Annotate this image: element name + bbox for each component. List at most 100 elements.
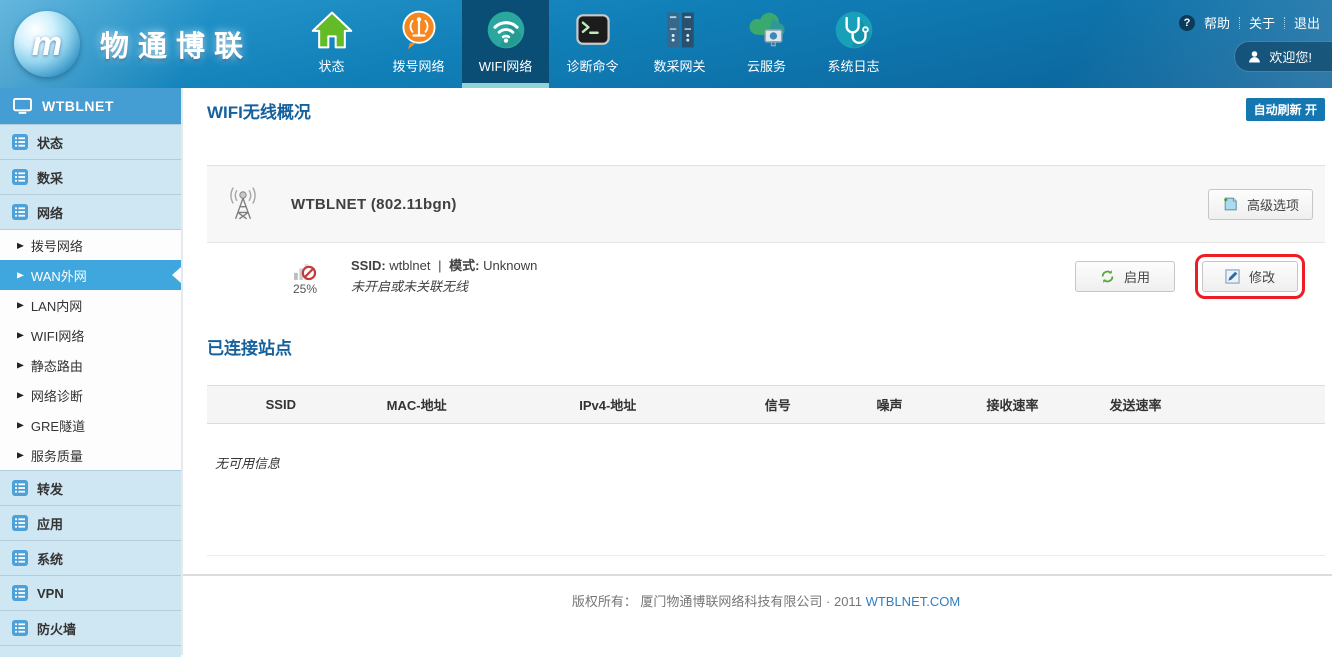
radio-buttons: 启用 修改 (1075, 261, 1325, 292)
note-plus-icon (1222, 196, 1238, 212)
sidebar-item-applications[interactable]: 应用 (0, 505, 181, 540)
mode-label: 模式: (449, 258, 479, 273)
radio-status-row: 25% SSID: wtblnet | 模式: Unknown 未开启或未关联无… (207, 242, 1325, 309)
nav-item-gateway[interactable]: 数采网关 (636, 0, 723, 88)
logout-link[interactable]: 退出 (1294, 13, 1320, 32)
nav-item-dialup[interactable]: 拨号网络 (375, 0, 462, 88)
top-header: m 物通博联 状态 拨号网络 WIFI网络 诊断命令 (0, 0, 1332, 88)
radio-status-text: 未开启或未关联无线 (351, 280, 537, 293)
sidebar-item-status[interactable]: 状态 (0, 124, 181, 159)
triangle-icon: ▶ (17, 300, 24, 310)
sidebar-item-gre-tunnel[interactable]: ▶ GRE隧道 (0, 410, 181, 440)
radio-header-row: WTBLNET (802.11bgn) 高级选项 (207, 165, 1325, 242)
wifi-radio-panel: WTBLNET (802.11bgn) 高级选项 25% (207, 165, 1325, 309)
cloud-service-icon (744, 7, 790, 53)
column-header-filler (1206, 386, 1325, 424)
triangle-icon: ▶ (17, 420, 24, 430)
sidebar-item-lan[interactable]: ▶ LAN内网 (0, 290, 181, 320)
triangle-icon: ▶ (17, 330, 24, 340)
signal-block: 25% (283, 257, 327, 296)
list-icon (12, 480, 28, 496)
triangle-icon: ▶ (17, 360, 24, 370)
sidebar-next-item-partial (0, 645, 181, 657)
column-header-ssid: SSID (207, 386, 355, 424)
welcome-button[interactable]: 欢迎您! (1234, 41, 1332, 72)
nav-item-status[interactable]: 状态 (288, 0, 375, 88)
signal-disabled-icon (293, 257, 317, 281)
list-icon (12, 204, 28, 220)
header-links: ? 帮助 关于 退出 (1179, 13, 1332, 32)
sidebar-title: WTBLNET (42, 98, 114, 114)
top-nav: 状态 拨号网络 WIFI网络 诊断命令 数采网关 (288, 0, 897, 88)
mode-value: Unknown (483, 258, 537, 273)
wtblnet-link[interactable]: WTBLNET.COM (866, 594, 961, 609)
column-header-tx-rate: 发送速率 (1064, 386, 1206, 424)
main-content: WIFI无线概况 自动刷新 开 WTBLNET (802.11bgn) 高级选项 (183, 88, 1332, 655)
header-right: ? 帮助 关于 退出 欢迎您! (1179, 0, 1332, 88)
stethoscope-icon (831, 7, 877, 53)
nav-item-syslog[interactable]: 系统日志 (810, 0, 897, 88)
content-divider (207, 555, 1325, 556)
column-header-mac: MAC-地址 (355, 386, 479, 424)
nav-item-wifi[interactable]: WIFI网络 (462, 0, 549, 88)
column-header-noise: 噪声 (819, 386, 961, 424)
refresh-icon (1100, 269, 1115, 284)
sidebar-item-wan[interactable]: ▶ WAN外网 (0, 260, 181, 290)
list-icon (12, 134, 28, 150)
enable-button[interactable]: 启用 (1075, 261, 1175, 292)
help-link[interactable]: 帮助 (1204, 13, 1230, 32)
brand-monogram: m (32, 25, 62, 64)
sidebar-header: WTBLNET (0, 88, 181, 124)
footer-divider (183, 574, 1332, 576)
sidebar: WTBLNET 状态 数采 网络 ▶ 拨号网络 ▶ WAN外网 ▶ LA (0, 88, 183, 655)
network-submenu: ▶ 拨号网络 ▶ WAN外网 ▶ LAN内网 ▶ WIFI网络 ▶ 静态路由 ▶… (0, 229, 181, 470)
nav-item-diagnostics[interactable]: 诊断命令 (549, 0, 636, 88)
nav-item-cloud[interactable]: 云服务 (723, 0, 810, 88)
list-icon (12, 585, 28, 601)
sidebar-item-qos[interactable]: ▶ 服务质量 (0, 440, 181, 470)
list-icon (12, 620, 28, 636)
auto-refresh-toggle[interactable]: 自动刷新 开 (1246, 98, 1325, 121)
ssid-info: SSID: wtblnet | 模式: Unknown 未开启或未关联无线 (351, 259, 537, 293)
radio-name: WTBLNET (802.11bgn) (291, 196, 457, 213)
stations-table: SSID MAC-地址 IPv4-地址 信号 噪声 接收速率 发送速率 (207, 385, 1325, 424)
advanced-options-button[interactable]: 高级选项 (1208, 189, 1313, 220)
help-icon: ? (1179, 15, 1195, 31)
page-title: WIFI无线概况 (207, 98, 311, 123)
copyright-text: 版权所有： 厦门物通博联网络科技有限公司 · 2011 (572, 594, 862, 609)
welcome-label: 欢迎您! (1269, 47, 1312, 66)
list-icon (12, 515, 28, 531)
sidebar-item-network[interactable]: 网络 (0, 194, 181, 229)
stations-header-row: SSID MAC-地址 IPv4-地址 信号 噪声 接收速率 发送速率 (207, 386, 1325, 424)
sidebar-item-data-acquisition[interactable]: 数采 (0, 159, 181, 194)
page-footer: 版权所有： 厦门物通博联网络科技有限公司 · 2011 WTBLNET.COM (207, 591, 1325, 610)
monitor-icon (13, 98, 32, 115)
sidebar-item-firewall[interactable]: 防火墙 (0, 610, 181, 645)
column-header-rx-rate: 接收速率 (961, 386, 1065, 424)
sidebar-item-wifi-network[interactable]: ▶ WIFI网络 (0, 320, 181, 350)
ssid-label: SSID: (351, 258, 386, 273)
empty-stations-message: 无可用信息 (215, 453, 1325, 472)
edit-icon (1225, 269, 1240, 284)
column-header-ipv4: IPv4-地址 (479, 386, 737, 424)
sidebar-item-network-diagnostics[interactable]: ▶ 网络诊断 (0, 380, 181, 410)
list-icon (12, 550, 28, 566)
brand-sphere-icon: m (14, 11, 80, 77)
user-icon (1248, 50, 1261, 63)
dialup-network-icon (396, 7, 442, 53)
about-link[interactable]: 关于 (1249, 13, 1275, 32)
signal-percent: 25% (283, 282, 327, 296)
modify-button-with-annotation[interactable]: 修改 (1202, 261, 1298, 292)
sidebar-item-system[interactable]: 系统 (0, 540, 181, 575)
server-rack-icon (657, 7, 703, 53)
sidebar-item-dialup-network[interactable]: ▶ 拨号网络 (0, 230, 181, 260)
antenna-icon (225, 186, 261, 222)
ssid-line: SSID: wtblnet | 模式: Unknown (351, 259, 537, 272)
sidebar-item-forwarding[interactable]: 转发 (0, 470, 181, 505)
triangle-icon: ▶ (17, 270, 24, 280)
sidebar-item-static-route[interactable]: ▶ 静态路由 (0, 350, 181, 380)
ssid-value: wtblnet (389, 258, 430, 273)
column-header-signal: 信号 (737, 386, 819, 424)
sidebar-item-vpn[interactable]: VPN (0, 575, 181, 610)
list-icon (12, 169, 28, 185)
